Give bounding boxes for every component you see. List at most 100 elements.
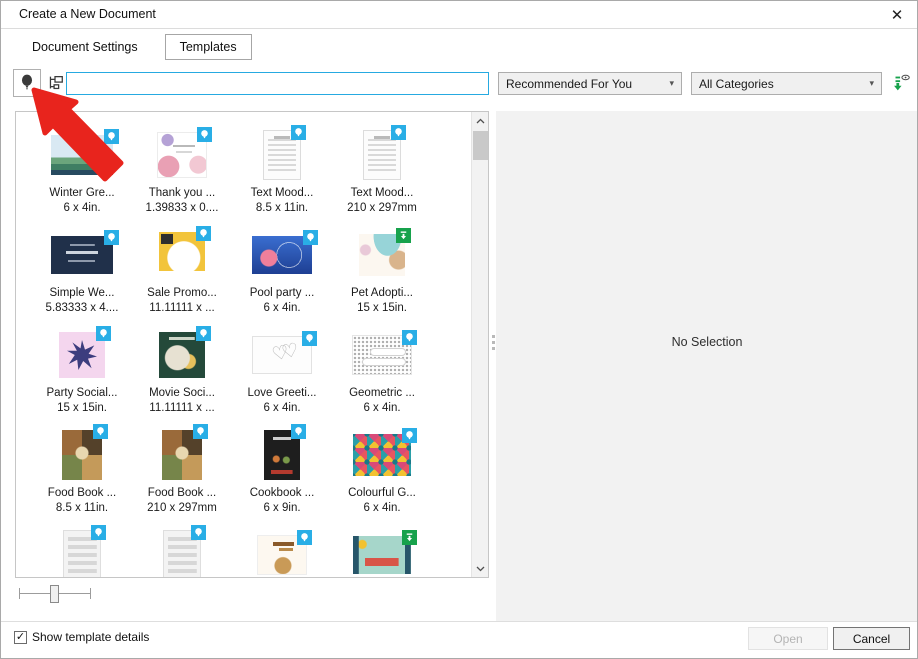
- template-size: 6 x 4in.: [363, 402, 401, 414]
- template-item[interactable]: Simple We... 5.83333 x 4....: [32, 226, 132, 326]
- thumbnail-zoom-slider[interactable]: [19, 585, 91, 603]
- template-item[interactable]: Thank you ... 1.39833 x 0....: [132, 126, 232, 226]
- template-item[interactable]: Food Book ... 8.5 x 11in.: [32, 424, 132, 526]
- template-preview-panel: No Selection: [496, 111, 917, 621]
- template-item[interactable]: Party Social... 15 x 15in.: [32, 326, 132, 426]
- category-filter-dropdown[interactable]: All Categories ▾: [691, 72, 882, 95]
- template-size: 8.5 x 11in.: [55, 502, 109, 514]
- template-thumbnail: [353, 530, 417, 574]
- template-thumbnail: [263, 125, 306, 180]
- tree-view-icon: [45, 73, 65, 96]
- template-name: Geometric ...: [349, 387, 415, 399]
- online-badge-icon: [291, 125, 306, 140]
- balloon-icon: [18, 73, 36, 94]
- scroll-down-icon[interactable]: [472, 560, 488, 577]
- template-item[interactable]: Food Book ... 210 x 297mm: [132, 424, 232, 526]
- create-new-document-dialog: Create a New Document ✕ Document Setting…: [0, 0, 918, 659]
- template-item[interactable]: Cookbook ... 6 x 9in.: [232, 424, 332, 526]
- template-thumbnail: [162, 424, 208, 480]
- cancel-button[interactable]: Cancel: [833, 627, 910, 650]
- online-badge-icon: [303, 230, 318, 245]
- template-name: Movie Soci...: [149, 387, 215, 399]
- scroll-up-icon[interactable]: [472, 112, 488, 129]
- template-thumbnail: [157, 127, 212, 178]
- checkbox-check-icon[interactable]: ✓: [14, 630, 27, 644]
- chevron-down-icon: ▾: [669, 78, 674, 88]
- template-thumbnail: [59, 326, 111, 378]
- downloaded-badge-icon: [402, 530, 417, 545]
- template-item[interactable]: Winter Gre... 6 x 4in.: [32, 126, 132, 226]
- online-badge-icon: [402, 330, 417, 345]
- template-size: 11.11111 x ...: [149, 402, 215, 414]
- template-thumbnail: [51, 230, 119, 274]
- template-name: Food Book ...: [47, 487, 117, 499]
- template-thumbnail: [163, 525, 206, 577]
- splitter-grip-icon: [491, 335, 495, 338]
- tab-templates[interactable]: Templates: [164, 34, 252, 60]
- template-name: Thank you ...: [148, 187, 216, 199]
- online-badge-icon: [196, 226, 211, 241]
- template-size: 8.5 x 11in.: [255, 202, 309, 214]
- close-icon[interactable]: ✕: [885, 3, 909, 27]
- template-item[interactable]: Movie Soci... 11.11111 x ...: [132, 326, 232, 426]
- template-item[interactable]: [132, 525, 232, 577]
- template-name: Winter Gre...: [49, 187, 115, 199]
- recommended-filter-dropdown[interactable]: Recommended For You ▾: [498, 72, 682, 95]
- template-thumbnail: [352, 330, 417, 375]
- tab-document-settings[interactable]: Document Settings: [19, 34, 151, 60]
- template-item[interactable]: Sale Promo... 11.11111 x ...: [132, 226, 232, 326]
- template-thumbnail: [264, 424, 306, 480]
- online-badge-icon: [302, 331, 317, 346]
- panel-splitter[interactable]: [491, 111, 495, 621]
- template-item[interactable]: [332, 526, 432, 577]
- template-item[interactable]: [32, 525, 132, 577]
- online-content-toggle-button[interactable]: [889, 72, 913, 96]
- template-item[interactable]: Geometric ... 6 x 4in.: [332, 326, 432, 426]
- tree-view-button[interactable]: [43, 72, 67, 96]
- template-size: 210 x 297mm: [147, 502, 217, 514]
- filter-balloon-button[interactable]: [13, 69, 41, 97]
- online-badge-icon: [104, 129, 119, 144]
- template-item[interactable]: Text Mood... 8.5 x 11in.: [232, 125, 332, 226]
- template-name: Text Mood...: [350, 187, 414, 199]
- online-badge-icon: [391, 125, 406, 140]
- online-badge-icon: [297, 530, 312, 545]
- template-item[interactable]: Pool party ... 6 x 4in.: [232, 226, 332, 326]
- online-badge-icon: [402, 428, 417, 443]
- template-search-input[interactable]: [66, 72, 489, 95]
- template-item[interactable]: Love Greeti... 6 x 4in.: [232, 326, 332, 426]
- show-template-details-checkbox[interactable]: ✓ Show template details: [14, 630, 149, 644]
- template-item[interactable]: Colourful G... 6 x 4in.: [332, 426, 432, 526]
- template-name: Pool party ...: [249, 287, 315, 299]
- template-size: 1.39833 x 0....: [145, 202, 219, 214]
- online-badge-icon: [291, 424, 306, 439]
- template-size: 6 x 4in.: [63, 202, 101, 214]
- template-name: Colourful G...: [348, 487, 416, 499]
- template-thumbnail: [62, 424, 108, 480]
- template-thumbnail: [257, 530, 312, 575]
- template-item[interactable]: [232, 526, 332, 577]
- template-thumbnail: [51, 129, 119, 175]
- online-badge-icon: [104, 230, 119, 245]
- template-size: 210 x 297mm: [347, 202, 417, 214]
- zoom-slider-handle[interactable]: [50, 585, 59, 603]
- open-button[interactable]: Open: [748, 627, 828, 650]
- template-item[interactable]: Text Mood... 210 x 297mm: [332, 125, 432, 226]
- no-selection-text: No Selection: [671, 335, 743, 349]
- online-badge-icon: [191, 525, 206, 540]
- tab-bar: Document Settings Templates: [19, 34, 252, 60]
- download-eye-icon: [890, 74, 912, 97]
- template-thumbnail: [252, 331, 317, 374]
- template-size: 15 x 15in.: [57, 402, 107, 414]
- dialog-title: Create a New Document: [19, 7, 156, 21]
- scrollbar-thumb[interactable]: [473, 131, 488, 160]
- scrollbar[interactable]: [471, 112, 488, 577]
- template-thumbnail: [359, 228, 411, 276]
- template-item[interactable]: Pet Adopti... 15 x 15in.: [332, 226, 432, 326]
- template-thumbnail: [353, 428, 417, 476]
- template-size: 5.83333 x 4....: [45, 302, 119, 314]
- template-thumbnail: [63, 525, 106, 577]
- template-thumbnail: [159, 226, 211, 278]
- template-name: Cookbook ...: [249, 487, 315, 499]
- template-size: 6 x 4in.: [263, 402, 301, 414]
